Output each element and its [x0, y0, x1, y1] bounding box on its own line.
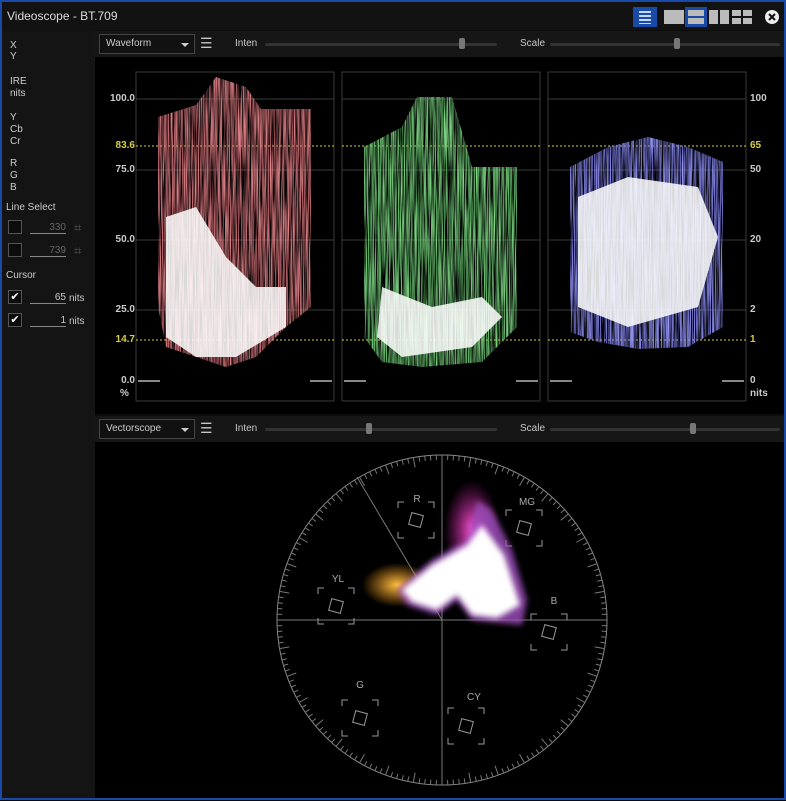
- waveform-mode-select[interactable]: Waveform: [99, 34, 195, 54]
- vectorscope-mode-value: Vectorscope: [106, 423, 161, 434]
- waveform-right-tick: 100: [750, 93, 767, 104]
- target-r: R: [398, 494, 434, 538]
- waveform-right-tick: 2: [750, 304, 756, 315]
- vectorscope-mode-select[interactable]: Vectorscope: [99, 419, 195, 439]
- cb-channel-label: Cb: [10, 124, 23, 136]
- ire-label: IRE: [10, 76, 27, 88]
- vectorscope-plot: R MG B CY G YL: [95, 442, 784, 798]
- layout-quad-button[interactable]: [732, 10, 752, 24]
- crosshair-icon[interactable]: ⌗: [74, 220, 81, 236]
- target-label: G: [356, 680, 364, 691]
- target-label: YL: [332, 574, 345, 585]
- window-title: Videoscope - BT.709: [7, 9, 118, 23]
- target-label: R: [413, 494, 420, 505]
- vectorscope-inten-slider[interactable]: [265, 428, 497, 431]
- line-select-checkbox-2[interactable]: [8, 243, 22, 257]
- r-channel-label: R: [10, 158, 17, 170]
- vectorscope-scale-slider[interactable]: [550, 428, 780, 431]
- vectorscope-graticule: [277, 455, 607, 785]
- waveform-right-tick: 65: [750, 140, 761, 151]
- waveform-right-tick: 0: [750, 375, 756, 386]
- waveform-scale-slider[interactable]: [550, 43, 780, 46]
- y-channel-label: Y: [10, 112, 17, 124]
- slider-thumb[interactable]: [366, 423, 372, 434]
- crosshair-icon[interactable]: ⌗: [74, 243, 81, 259]
- layout-stacked-button[interactable]: [685, 7, 707, 27]
- waveform-right-tick: 50: [750, 164, 761, 175]
- target-b: B: [531, 596, 567, 650]
- cursor-checkbox-1[interactable]: ✔: [8, 290, 22, 304]
- waveform-left-tick: 75.0: [97, 164, 135, 175]
- waveform-left-tick: 50.0: [97, 234, 135, 245]
- scale-label: Scale: [520, 38, 545, 49]
- waveform-panel: [342, 72, 540, 401]
- target-cy: CY: [448, 692, 484, 744]
- waveform-right-tick: 1: [750, 334, 756, 345]
- settings-menu-button[interactable]: [633, 7, 657, 27]
- cr-channel-label: Cr: [10, 136, 21, 148]
- vectorscope-trace: [362, 480, 527, 625]
- cursor-value-2[interactable]: 1: [30, 315, 66, 327]
- videoscope-window: Videoscope - BT.709 X Y IRE nits Y Cb Cr…: [0, 0, 786, 800]
- layout-side-by-side-button[interactable]: [709, 10, 729, 24]
- line-select-value-2[interactable]: 739: [30, 245, 66, 257]
- sidebar: X Y IRE nits Y Cb Cr R G B Line Select 3…: [2, 30, 95, 798]
- waveform-left-tick: 0.0: [97, 375, 135, 386]
- target-mg: MG: [506, 497, 542, 546]
- waveform-left-tick: 25.0: [97, 304, 135, 315]
- slider-thumb[interactable]: [690, 423, 696, 434]
- waveform-highlight: [578, 177, 718, 327]
- waveform-left-tick: 83.6: [97, 140, 135, 151]
- close-button[interactable]: [764, 9, 780, 29]
- cursor-unit-1: nits: [69, 293, 85, 304]
- line-select-label: Line Select: [6, 202, 55, 214]
- cursor-unit-2: nits: [69, 316, 85, 327]
- waveform-right-tick: 20: [750, 234, 761, 245]
- slider-thumb[interactable]: [674, 38, 680, 49]
- cursor-checkbox-2[interactable]: ✔: [8, 313, 22, 327]
- nits-label: nits: [10, 88, 26, 100]
- waveform-toolbar: Waveform ☰ Inten Scale: [95, 31, 784, 57]
- target-label: CY: [467, 692, 481, 703]
- inten-label: Inten: [235, 423, 257, 434]
- waveform-left-tick: 100.0: [97, 93, 135, 104]
- slider-thumb[interactable]: [459, 38, 465, 49]
- list-options-icon[interactable]: ☰: [200, 420, 213, 437]
- layout-single-button[interactable]: [664, 10, 684, 24]
- waveform-panel: [548, 72, 746, 401]
- target-g: G: [342, 680, 378, 736]
- scale-label: Scale: [520, 423, 545, 434]
- waveform-inten-slider[interactable]: [265, 43, 497, 46]
- waveform-unit-label: %: [120, 388, 129, 399]
- waveform-unit-label: nits: [750, 388, 768, 399]
- target-label: MG: [519, 497, 535, 508]
- waveform-left-tick: 14.7: [97, 334, 135, 345]
- cursor-value-1[interactable]: 65: [30, 292, 66, 304]
- title-bar: Videoscope - BT.709: [2, 2, 784, 30]
- line-select-checkbox-1[interactable]: [8, 220, 22, 234]
- vectorscope-toolbar: Vectorscope ☰ Inten Scale: [95, 416, 784, 442]
- cursor-label: Cursor: [6, 270, 36, 282]
- target-yl: YL: [318, 574, 354, 624]
- list-options-icon[interactable]: ☰: [200, 35, 213, 52]
- waveform-plot: [95, 57, 784, 414]
- waveform-panel: [136, 72, 334, 401]
- y-label: Y: [10, 51, 17, 63]
- g-channel-label: G: [10, 170, 18, 182]
- waveform-mode-value: Waveform: [106, 38, 151, 49]
- target-label: B: [551, 596, 558, 607]
- inten-label: Inten: [235, 38, 257, 49]
- b-channel-label: B: [10, 182, 17, 194]
- line-select-value-1[interactable]: 330: [30, 222, 66, 234]
